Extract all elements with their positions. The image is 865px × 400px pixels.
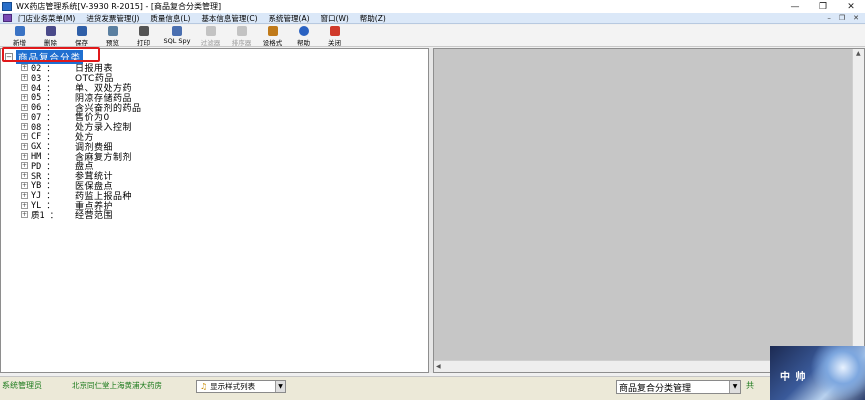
expand-icon[interactable]: + (21, 152, 28, 160)
status-store: 北京同仁堂上海黄浦大药房 (72, 381, 162, 390)
save-button-label: 保存 (75, 39, 88, 47)
scroll-left-icon[interactable]: ◀ (436, 363, 441, 370)
filter-button[interactable]: 过滤器 (195, 25, 226, 47)
new-button[interactable]: 新增 (4, 25, 35, 47)
sql-spy-icon (172, 26, 182, 36)
delete-icon (45, 26, 56, 36)
category-tree: − 商品复合分类 +02 ：日报用表 +03 ： OTC药品 +04 ：单、双处方… (5, 50, 142, 222)
banner-text: 中 帅 (780, 372, 807, 383)
expand-icon[interactable]: + (21, 211, 28, 219)
help-button[interactable]: 帮助 (288, 25, 319, 47)
vertical-scrollbar[interactable]: ▲ ▼ (852, 49, 864, 360)
format-button[interactable]: 设格式 (257, 25, 288, 47)
mdi-minimize-button[interactable]: – (827, 14, 831, 22)
bell-icon: ♫ (200, 382, 208, 391)
expand-icon[interactable]: + (21, 191, 28, 199)
mdi-child-icon[interactable] (3, 14, 12, 22)
menu-purchase-invoice[interactable]: 进货发票管理(J) (86, 13, 139, 24)
sort-icon (236, 26, 247, 36)
mdi-restore-button[interactable]: ❐ (839, 14, 845, 22)
title-bar: WX药店管理系统[V-3930 R-2015] - [商品复合分类管理] — ❐… (0, 0, 865, 13)
category-tree-pane[interactable]: − 商品复合分类 +02 ：日报用表 +03 ： OTC药品 +04 ：单、双处方… (0, 48, 429, 373)
format-icon (267, 26, 278, 36)
root-selection-highlight (2, 47, 100, 62)
expand-icon[interactable]: + (21, 123, 28, 131)
expand-icon[interactable]: + (21, 93, 28, 101)
chevron-down-icon[interactable]: ▼ (275, 381, 285, 392)
scroll-up-icon[interactable]: ▲ (856, 50, 861, 57)
display-style-select[interactable]: ♫ 显示样式列表 ▼ (196, 380, 286, 393)
sql-spy-button-label: SQL Spy (163, 37, 191, 45)
mdi-close-button[interactable]: ✕ (853, 14, 859, 22)
menu-system-management[interactable]: 系统管理(A) (269, 13, 310, 24)
sort-button-label: 排序器 (231, 39, 252, 47)
new-icon (14, 26, 25, 36)
expand-icon[interactable]: + (21, 162, 28, 170)
expand-icon[interactable]: + (21, 64, 28, 72)
close-icon (329, 26, 340, 36)
preview-icon (107, 26, 118, 36)
help-icon (298, 26, 309, 36)
record-count: 共 (746, 381, 754, 390)
save-button[interactable]: 保存 (66, 25, 97, 47)
module-select-value: 商品复合分类管理 (619, 383, 692, 394)
detail-pane[interactable]: ▲ ▼ ◀ ▶ (433, 48, 865, 373)
menu-help[interactable]: 帮助(Z) (360, 13, 386, 24)
tree-node-code: 质1 ： (31, 210, 59, 221)
restore-button[interactable]: ❐ (809, 0, 837, 13)
expand-icon[interactable]: + (21, 142, 28, 150)
window-title: WX药店管理系统[V-3930 R-2015] - [商品复合分类管理] (16, 2, 222, 11)
expand-icon[interactable]: + (21, 172, 28, 180)
minimize-button[interactable]: — (781, 0, 809, 13)
expand-icon[interactable]: + (21, 83, 28, 91)
menu-bar: 门店业务菜单(M) 进货发票管理(J) 质量信息(L) 基本信息管理(C) 系统… (0, 13, 865, 24)
app-icon (2, 2, 12, 11)
menu-basic-info[interactable]: 基本信息管理(C) (201, 13, 257, 24)
print-button[interactable]: 打印 (128, 25, 159, 47)
expand-icon[interactable]: + (21, 103, 28, 111)
new-button-label: 新增 (13, 39, 26, 47)
sql-spy-button[interactable]: SQL Spy (159, 25, 195, 47)
menu-quality-info[interactable]: 质量信息(L) (150, 13, 190, 24)
preview-button[interactable]: 预览 (97, 25, 128, 47)
expand-icon[interactable]: + (21, 132, 28, 140)
tree-node[interactable]: + 质1 ： 经营范围 (5, 210, 142, 222)
save-icon (76, 26, 87, 36)
preview-button-label: 预览 (106, 39, 119, 47)
tree-node-name: 经营范围 (75, 211, 114, 222)
module-select[interactable]: 商品复合分类管理 ▼ (616, 380, 741, 394)
expand-icon[interactable]: + (21, 181, 28, 189)
delete-button[interactable]: 删除 (35, 25, 66, 47)
filter-icon (205, 26, 216, 36)
expand-icon[interactable]: + (21, 201, 28, 209)
status-user: 系统管理员 (2, 381, 42, 390)
menu-window[interactable]: 窗口(W) (321, 13, 349, 24)
close-window-button[interactable]: ✕ (837, 0, 865, 13)
sort-button[interactable]: 排序器 (226, 25, 257, 47)
chevron-down-icon[interactable]: ▼ (729, 381, 740, 393)
print-button-label: 打印 (137, 39, 150, 47)
banner-swirl (810, 346, 865, 400)
expand-icon[interactable]: + (21, 113, 28, 121)
display-style-value: 显示样式列表 (210, 382, 256, 391)
print-icon (138, 26, 149, 36)
delete-button-label: 删除 (44, 39, 57, 47)
close-button-label: 关闭 (328, 39, 341, 47)
expand-icon[interactable]: + (21, 74, 28, 82)
status-bar: 系统管理员 北京同仁堂上海黄浦大药房 ♫ 显示样式列表 ▼ 商品复合分类管理 ▼… (0, 376, 865, 400)
decorative-banner-image: 中 帅 (770, 346, 865, 400)
filter-button-label: 过滤器 (200, 39, 221, 47)
close-button[interactable]: 关闭 (319, 25, 350, 47)
menu-store-business[interactable]: 门店业务菜单(M) (18, 13, 75, 24)
format-button-label: 设格式 (262, 39, 283, 47)
help-button-label: 帮助 (297, 39, 310, 47)
toolbar: 新增 删除 保存 预览 打印 SQL Spy 过滤器 排序器 设格式 帮助 关闭 (0, 25, 865, 47)
